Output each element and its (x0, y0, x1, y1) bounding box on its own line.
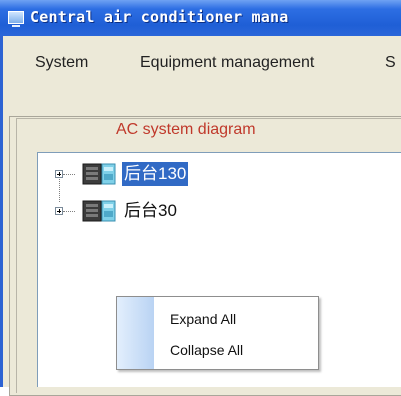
tree-connector-line (63, 174, 75, 176)
tree-node-1[interactable]: 后台130 (38, 161, 238, 187)
menu-bar: System Equipment management S (0, 36, 401, 76)
tree-connector-line (63, 211, 75, 213)
tree-node-label[interactable]: 后台30 (122, 199, 179, 223)
context-menu: Expand All Collapse All (116, 296, 319, 370)
expand-plus-icon[interactable] (55, 207, 63, 215)
title-bar: Central air conditioner mana (0, 0, 401, 36)
ac-unit-icon (82, 163, 116, 185)
expand-plus-icon[interactable] (55, 170, 63, 178)
expand-all-menu-item[interactable]: Expand All (155, 305, 315, 333)
collapse-all-menu-item[interactable]: Collapse All (155, 336, 315, 364)
menu-equipment-management[interactable]: Equipment management (140, 54, 314, 72)
menu-system[interactable]: System (35, 54, 88, 72)
ac-unit-icon (82, 200, 116, 222)
tree-vertical-connector (59, 179, 61, 202)
panel-title: AC system diagram (116, 121, 256, 138)
menu-truncated[interactable]: S (385, 54, 396, 72)
window-title: Central air conditioner mana (30, 8, 289, 26)
tree-node-2[interactable]: 后台30 (38, 198, 238, 224)
tree-node-label[interactable]: 后台130 (122, 162, 189, 186)
context-menu-gutter (117, 297, 154, 369)
app-monitor-icon (8, 11, 24, 27)
